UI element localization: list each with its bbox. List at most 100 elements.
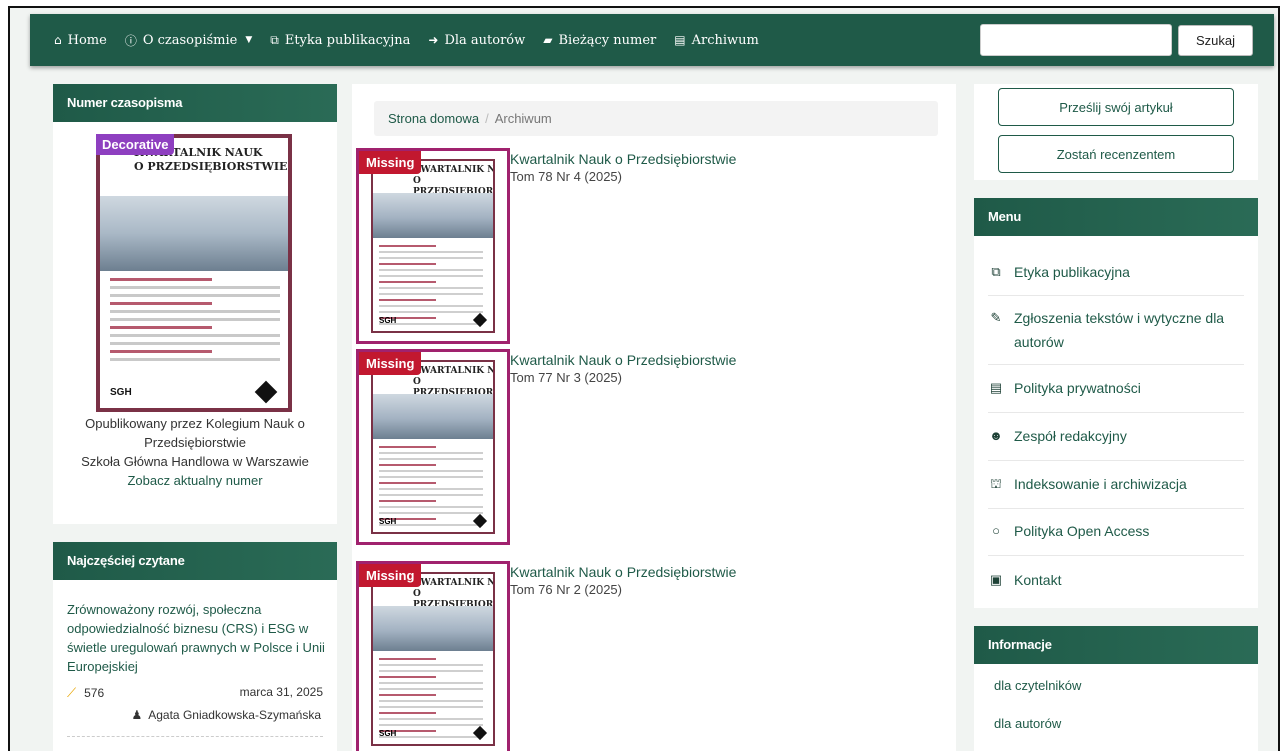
most-read-meta: ⟋ 576 marca 31, 2025 (67, 685, 323, 701)
current-cover[interactable]: KWARTALNIK NAUK O PRZEDSIĘBIORSTWIE SGH … (96, 134, 292, 412)
menu-item-label: Polityka Open Access (1014, 523, 1150, 539)
views-stat: ⟋ 576 (67, 685, 104, 701)
become-reviewer-button[interactable]: Zostań recenzentem (998, 135, 1234, 173)
issue-cover-thumbnail[interactable]: KWARTALNIK NAUKO PRZEDSIĘBIORSTWIE SGH M… (356, 148, 510, 344)
issue-item: KWARTALNIK NAUKO PRZEDSIĘBIORSTWIE SGH M… (356, 561, 956, 751)
nav-current-issue[interactable]: ▰ Bieżący numer (543, 33, 656, 48)
issue-title-link[interactable]: Kwartalnik Nauk o Przedsiębiorstwie (510, 151, 736, 167)
submit-article-button[interactable]: Prześlij swój artykuł (998, 88, 1234, 126)
menu-item-contact[interactable]: ▣ Kontakt (988, 568, 1244, 592)
cover-title-line2: O PRZEDSIĘBIORSTWIE (134, 160, 288, 173)
menu-item-label: Zgłoszenia tekstów i wytyczne dla autoró… (1014, 310, 1225, 350)
cover-contents (110, 278, 280, 366)
menu-item-indexing[interactable]: ⛫ Indeksowanie i archiwizacja (988, 472, 1244, 496)
menu-item-label: Zespół redakcyjny (1014, 428, 1127, 444)
current-issue-link[interactable]: Zobacz aktualny numer (53, 471, 337, 490)
missing-badge: Missing (359, 564, 422, 587)
thumb-cover: KWARTALNIK NAUKO PRZEDSIĘBIORSTWIE SGH (371, 572, 495, 746)
nav-about[interactable]: ⓘ O czasopiśmie ▼ (125, 32, 252, 49)
nav-ethics[interactable]: ⧉ Etyka publikacyjna (270, 33, 410, 48)
cover-photo (100, 196, 288, 271)
issue-volume: Tom 76 Nr 2 (2025) (510, 582, 622, 597)
issue-title-link[interactable]: Kwartalnik Nauk o Przedsiębiorstwie (510, 564, 736, 580)
address-card-icon: ▣ (989, 572, 1003, 587)
breadcrumb-separator: / (485, 111, 489, 126)
article-author: ♟ Agata Gniadkowska-Szymańska (131, 708, 321, 722)
cover-image: KWARTALNIK NAUK O PRZEDSIĘBIORSTWIE SGH (96, 134, 292, 412)
thumb-publisher: SGH (379, 517, 397, 526)
nav-archive[interactable]: ▤ Archiwum (674, 33, 759, 48)
issue-title-link[interactable]: Kwartalnik Nauk o Przedsiębiorstwie (510, 352, 736, 368)
menu-divider (988, 412, 1244, 413)
menu-item-open-access[interactable]: ○ Polityka Open Access (988, 519, 1244, 543)
breadcrumb: Strona domowa / Archiwum (374, 101, 938, 136)
missing-badge: Missing (359, 151, 422, 174)
thumb-photo (373, 606, 493, 651)
menu-divider (988, 364, 1244, 365)
issue-panel-heading: Numer czasopisma (53, 84, 337, 122)
issue-item: KWARTALNIK NAUKO PRZEDSIĘBIORSTWIE SGH M… (356, 349, 956, 549)
issue-panel: Numer czasopisma KWARTALNIK NAUK O PRZED… (53, 84, 337, 524)
info-authors-link[interactable]: dla autorów (994, 716, 1061, 731)
issue-volume: Tom 77 Nr 3 (2025) (510, 370, 622, 385)
nav-about-label: O czasopiśmie (142, 32, 238, 48)
menu-divider (988, 295, 1244, 296)
actions-panel: Prześlij swój artykuł Zostań recenzentem (974, 84, 1258, 180)
sitemap-icon: ⛫ (990, 476, 1002, 491)
divider (67, 736, 323, 737)
chevron-down-icon: ▼ (245, 35, 253, 45)
line-chart-icon: ⟋ (67, 685, 77, 700)
menu-divider (988, 508, 1244, 509)
info-icon: ⓘ (124, 33, 137, 48)
edit-icon: ✎ (990, 310, 1002, 325)
nav-home-label: Home (67, 32, 107, 48)
issue-item: KWARTALNIK NAUKO PRZEDSIĘBIORSTWIE SGH M… (356, 148, 956, 348)
search-button[interactable]: Szukaj (1178, 25, 1253, 56)
menu-item-privacy[interactable]: ▤ Polityka prywatności (988, 376, 1244, 400)
school-name: Szkoła Główna Handlowa w Warszawie (81, 454, 309, 469)
menu-divider (988, 460, 1244, 461)
issue-cover-thumbnail[interactable]: KWARTALNIK NAUKO PRZEDSIĘBIORSTWIE SGH M… (356, 561, 510, 751)
user-icon: ♟ (131, 708, 143, 722)
menu-heading: Menu (974, 198, 1258, 236)
info-readers-link[interactable]: dla czytelników (994, 678, 1081, 693)
menu-item-submissions[interactable]: ✎ Zgłoszenia tekstów i wytyczne dla auto… (988, 306, 1244, 354)
issue-volume: Tom 78 Nr 4 (2025) (510, 169, 622, 184)
thumb-publisher: SGH (379, 729, 397, 738)
issue-cover-thumbnail[interactable]: KWARTALNIK NAUKO PRZEDSIĘBIORSTWIE SGH M… (356, 349, 510, 545)
thumb-photo (373, 193, 493, 238)
home-icon: ⌂ (54, 33, 62, 47)
decorative-badge: Decorative (96, 134, 175, 155)
author-name: Agata Gniadkowska-Szymańska (148, 708, 321, 722)
nav-home[interactable]: ⌂ Home (54, 33, 107, 48)
archive-main: Strona domowa / Archiwum KWARTALNIK NAUKO … (352, 84, 956, 751)
most-read-heading: Najczęściej czytane (53, 542, 337, 580)
breadcrumb-home[interactable]: Strona domowa (388, 111, 479, 126)
views-count: 576 (84, 686, 105, 700)
info-panel: Informacje dla czytelników dla autorów (974, 626, 1258, 751)
file-icon: ▤ (989, 380, 1003, 395)
article-date: marca 31, 2025 (239, 685, 323, 699)
copy-icon: ⧉ (270, 32, 279, 47)
thumb-cover: KWARTALNIK NAUKO PRZEDSIĘBIORSTWIE SGH (371, 159, 495, 333)
nav-authors[interactable]: ➜ Dla autorów (428, 33, 525, 48)
top-navbar: ⌂ Home ⓘ O czasopiśmie ▼ ⧉ Etyka publika… (30, 14, 1274, 66)
nav-archive-label: Archiwum (691, 32, 759, 48)
menu-item-label: Etyka publikacyjna (1014, 264, 1130, 280)
users-icon: ☻ (989, 428, 1003, 443)
info-heading: Informacje (974, 626, 1258, 664)
menu-item-ethics[interactable]: ⧉ Etyka publikacyjna (988, 260, 1244, 284)
thumb-publisher: SGH (379, 316, 397, 325)
most-read-article-link[interactable]: Zrównoważony rozwój, społeczna odpowiedz… (67, 600, 327, 676)
published-by: Opublikowany przez Kolegium Nauk o Przed… (85, 416, 305, 450)
cover-publisher: SGH (110, 387, 132, 398)
thumb-photo (373, 394, 493, 439)
menu-divider (988, 555, 1244, 556)
book-icon: ▰ (543, 33, 553, 47)
search-input[interactable] (980, 24, 1172, 56)
publisher-info: Opublikowany przez Kolegium Nauk o Przed… (53, 414, 337, 490)
menu-item-label: Kontakt (1014, 572, 1062, 588)
menu-item-label: Indeksowanie i archiwizacja (1014, 476, 1187, 492)
thumb-cover: KWARTALNIK NAUKO PRZEDSIĘBIORSTWIE SGH (371, 360, 495, 534)
menu-item-editorial-team[interactable]: ☻ Zespół redakcyjny (988, 424, 1244, 448)
